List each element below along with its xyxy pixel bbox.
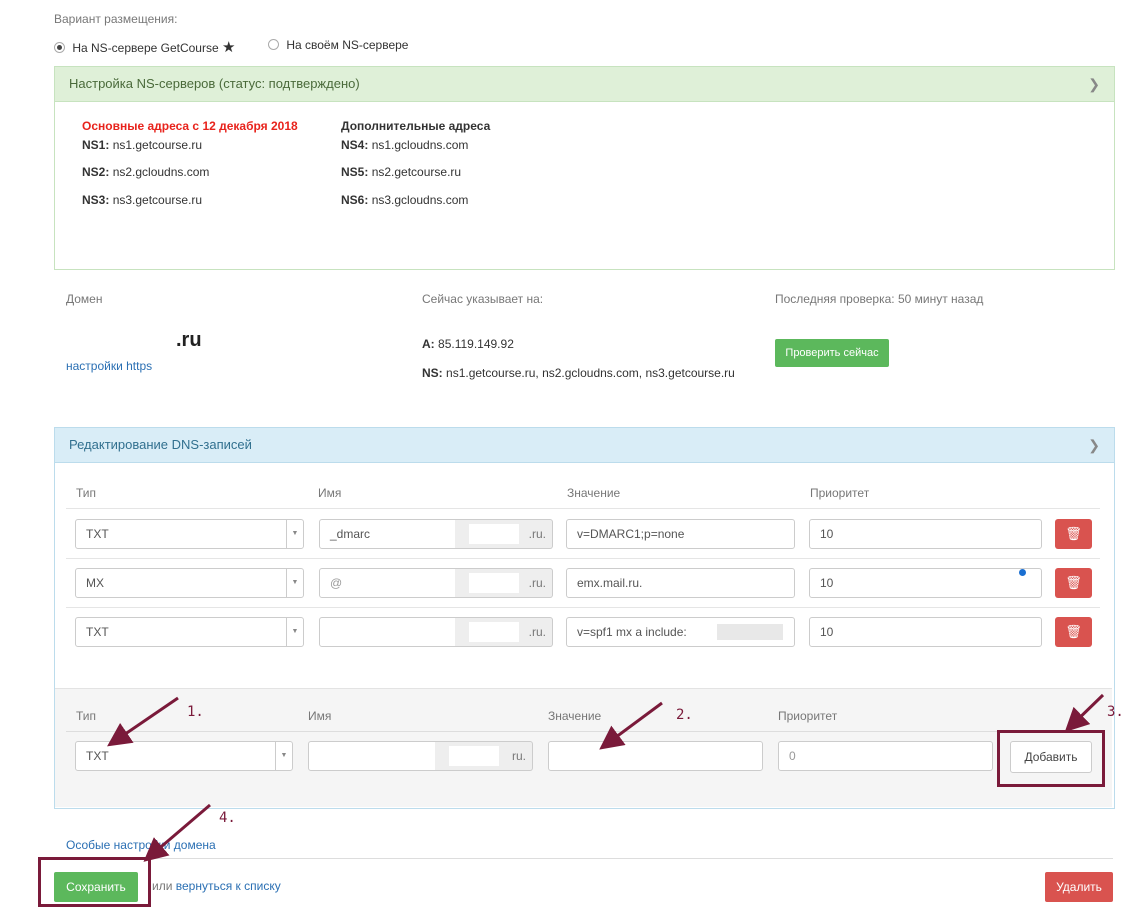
highlight-add-button <box>997 730 1105 787</box>
annotation-2: 2. <box>676 707 693 723</box>
annotation-4: 4. <box>219 810 236 826</box>
arrow-1 <box>107 696 179 747</box>
annotation-1: 1. <box>187 704 204 720</box>
arrow-2 <box>599 701 663 750</box>
annotation-overlay <box>107 693 1105 862</box>
highlight-save-button <box>38 857 151 907</box>
annotation-3: 3. <box>1107 704 1124 720</box>
arrow-3 <box>1064 693 1105 733</box>
arrow-4 <box>143 803 211 862</box>
